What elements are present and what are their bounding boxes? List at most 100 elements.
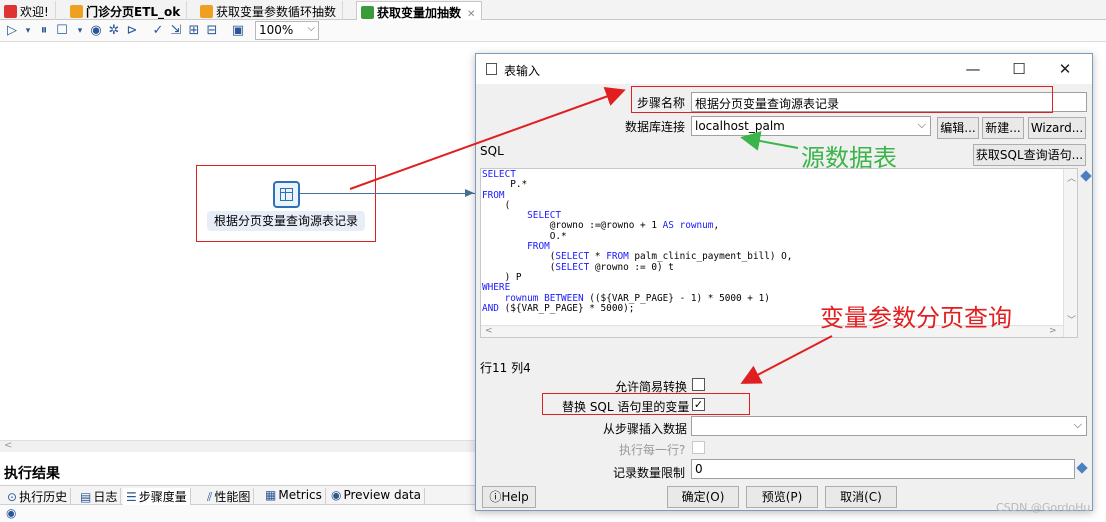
sql-variable-indicator-icon <box>1080 170 1092 182</box>
tab-label: Metrics <box>278 488 322 502</box>
canvas-horizontal-scrollbar[interactable]: < <box>0 440 475 452</box>
history-icon: ⊙ <box>7 490 18 504</box>
chevron-down-icon: ⌵ <box>307 23 315 34</box>
preview-button[interactable]: 预览(P) <box>746 486 818 508</box>
stop-dropdown-icon[interactable]: ▾ <box>72 23 88 39</box>
close-icon[interactable]: ✕ <box>467 9 475 20</box>
tab-label: 门诊分页ETL_ok <box>86 5 181 19</box>
run-icon[interactable]: ▷ <box>4 23 20 39</box>
table-input-step-icon[interactable] <box>273 181 300 208</box>
tab-label: 获取变量加抽数 <box>377 6 462 20</box>
edit-connection-button[interactable]: 编辑... <box>937 117 979 139</box>
dialog-title: 表输入 <box>504 64 541 78</box>
job-icon <box>200 5 213 18</box>
tab-label: 步骤度量 <box>138 490 187 504</box>
tab-step-metrics[interactable]: ☰ 步骤度量 <box>123 488 191 505</box>
db-connection-label: 数据库连接 <box>625 120 686 134</box>
grid-icon[interactable]: ▣ <box>230 23 246 39</box>
row-limit-label: 记录数量限制 <box>613 466 686 480</box>
pause-icon[interactable]: ⏸ <box>36 23 52 39</box>
tab-label: 欢迎! <box>20 5 49 19</box>
minimize-button[interactable]: — <box>950 58 996 80</box>
help-icon: ⓘ <box>489 490 502 504</box>
sql-vertical-scrollbar[interactable]: ︿ ﹀ <box>1063 169 1077 337</box>
log-icon: ▤ <box>80 490 92 504</box>
lazy-conversion-checkbox[interactable] <box>692 378 705 391</box>
zoom-select[interactable]: 100% ⌵ <box>255 21 319 40</box>
execute-each-row-checkbox[interactable] <box>692 441 705 454</box>
watermark: CSDN @GordoHu <box>996 501 1091 514</box>
sql-line: FROM <box>482 189 505 201</box>
explore-db-icon[interactable]: ⊟ <box>204 23 220 39</box>
ok-button[interactable]: 确定(O) <box>667 486 739 508</box>
verify-icon[interactable]: ✓ <box>150 23 166 39</box>
chart-icon: ⫽ <box>207 490 213 504</box>
close-button[interactable]: ✕ <box>1042 58 1088 80</box>
db-connection-value: localhost_palm <box>695 119 785 133</box>
tab-outpatient-etl[interactable]: 门诊分页ETL_ok <box>66 1 188 20</box>
chevron-down-icon: ⌵ <box>1073 418 1082 431</box>
sql-line: P.* <box>482 179 528 191</box>
dialog-titlebar[interactable]: 表输入 — ☐ ✕ <box>476 54 1092 84</box>
cancel-button[interactable]: 取消(C) <box>825 486 897 508</box>
sql-line: ) P <box>482 271 522 283</box>
get-sql-query-button[interactable]: 获取SQL查询语句... <box>973 144 1086 166</box>
hop-line[interactable] <box>300 193 475 194</box>
impact-icon[interactable]: ⇲ <box>168 23 184 39</box>
chevron-down-icon: ⌵ <box>917 118 926 131</box>
paging-query-annotation: 变量参数分页查询 <box>820 304 1012 332</box>
tab-get-variable-extract[interactable]: 获取变量加抽数 ✕ <box>356 1 483 20</box>
execute-each-row-label: 执行每一行? <box>619 443 686 457</box>
step-name-highlight <box>631 86 1053 113</box>
tab-log[interactable]: ▤ 日志 <box>77 488 122 505</box>
editor-tab-bar: 欢迎! 门诊分页ETL_ok 获取变量参数循环抽数 获取变量加抽数 ✕ <box>0 0 1106 20</box>
maximize-button[interactable]: ☐ <box>996 58 1042 80</box>
sql-icon[interactable]: ⊞ <box>186 23 202 39</box>
tab-welcome[interactable]: 欢迎! <box>0 1 56 20</box>
new-connection-button[interactable]: 新建... <box>982 117 1024 139</box>
metrics-list-icon: ☰ <box>126 490 137 504</box>
eye-icon[interactable]: ◉ <box>6 506 16 520</box>
sql-line: SELECT <box>482 169 516 180</box>
tab-label: Preview data <box>343 488 422 502</box>
results-tab-bar: ⊙ 执行历史 ▤ 日志 ☰ 步骤度量 ⫽ 性能图 ▦ Metrics ◉ Preview d… <box>0 485 475 505</box>
stop-icon[interactable]: ☐ <box>54 23 70 39</box>
canvas-toolbar: ▷ ▾ ⏸ ☐ ▾ ◉ ✲ ⊳ ✓ ⇲ ⊞ ⊟ ▣ 100% ⌵ <box>0 20 1106 42</box>
transformation-icon <box>361 6 374 19</box>
row-limit-input[interactable]: 0 <box>691 459 1075 479</box>
row-limit-variable-icon <box>1076 462 1088 474</box>
metrics-icon: ▦ <box>265 488 277 502</box>
replay-icon[interactable]: ⊳ <box>124 23 140 39</box>
replace-variables-highlight <box>542 393 750 415</box>
insert-from-step-select[interactable]: ⌵ <box>691 416 1087 436</box>
source-table-annotation: 源数据表 <box>801 144 897 172</box>
sql-text[interactable]: SELECT P.* FROM ( SELECT @rowno :=@rowno … <box>482 169 792 314</box>
help-button[interactable]: ⓘHelp <box>482 486 536 508</box>
welcome-icon <box>4 5 17 18</box>
help-button-label: Help <box>501 490 529 504</box>
job-icon <box>70 5 83 18</box>
insert-from-step-label: 从步骤插入数据 <box>603 422 688 436</box>
sql-label: SQL <box>480 144 504 158</box>
zoom-value: 100% <box>259 23 294 37</box>
dialog-window-icon <box>486 63 497 75</box>
sql-line: AND (${VAR_P_PAGE} * 5000); <box>482 302 635 314</box>
db-connection-select[interactable]: localhost_palm ⌵ <box>691 116 931 136</box>
table-input-dialog: 表输入 — ☐ ✕ 步骤名称 根据分页变量查询源表记录 数据库连接 localh… <box>475 53 1093 511</box>
tab-label: 性能图 <box>214 490 251 504</box>
preview-icon[interactable]: ◉ <box>88 23 104 39</box>
tab-execution-history[interactable]: ⊙ 执行历史 <box>4 488 72 505</box>
tab-get-variable-loop[interactable]: 获取变量参数循环抽数 <box>196 1 344 20</box>
run-dropdown-icon[interactable]: ▾ <box>20 23 36 39</box>
cursor-position: 行11 列4 <box>480 361 531 375</box>
tab-label: 执行历史 <box>19 490 68 504</box>
tab-preview-data[interactable]: ◉ Preview data <box>328 488 426 505</box>
tab-metrics[interactable]: ▦ Metrics <box>262 488 326 505</box>
tab-label: 获取变量参数循环抽数 <box>216 5 337 19</box>
wizard-button[interactable]: Wizard... <box>1028 117 1086 139</box>
hop-arrow-icon <box>465 189 474 197</box>
tab-performance-graph[interactable]: ⫽ 性能图 <box>204 488 255 505</box>
step-label[interactable]: 根据分页变量查询源表记录 <box>207 211 365 231</box>
debug-icon[interactable]: ✲ <box>106 23 122 39</box>
results-status-row: ◉ <box>0 505 475 522</box>
